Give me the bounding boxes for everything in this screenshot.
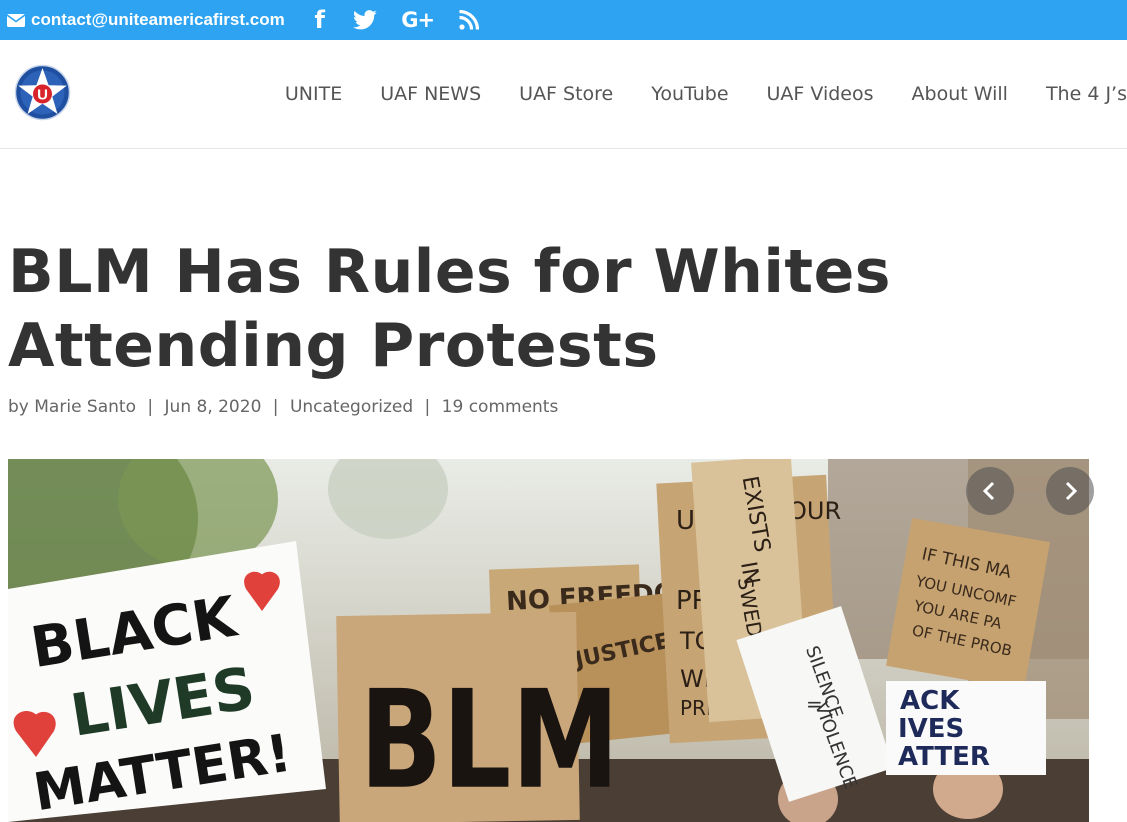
sign-ack-1: ACK (900, 686, 960, 716)
category-link[interactable]: Uncategorized (290, 397, 413, 417)
sign-priv-2: OUR (788, 497, 841, 525)
logo-letter: U (37, 87, 48, 104)
chevron-left-icon (982, 481, 995, 501)
nav-item-youtube[interactable]: YouTube (651, 83, 728, 105)
sign-ack-3: ATTER (898, 742, 990, 772)
meta-separator: | (272, 397, 279, 417)
slider-prev-button[interactable] (966, 467, 1014, 515)
article-title: BLM Has Rules for Whites Attending Prote… (8, 235, 1008, 383)
protest-photo: NO FREEDOM JUSTICE U OUR PR TO WH PRIV E… (8, 459, 1089, 822)
twitter-icon[interactable] (352, 0, 378, 40)
mail-icon (7, 13, 25, 27)
contact-email-link[interactable]: contact@uniteamericafirst.com (7, 10, 285, 30)
article-title-line-1: BLM Has Rules for Whites (8, 237, 891, 307)
social-links: f G+ (310, 0, 480, 40)
meta-separator: | (147, 397, 154, 417)
meta-separator: | (424, 397, 431, 417)
nav-item-about-will[interactable]: About Will (912, 83, 1008, 105)
nav-item-uaf-news[interactable]: UAF NEWS (380, 83, 481, 105)
nav-item-uaf-store[interactable]: UAF Store (519, 83, 613, 105)
slider-next-button[interactable] (1046, 467, 1094, 515)
sign-priv-1: U (676, 506, 695, 536)
nav-item-unite[interactable]: UNITE (285, 83, 342, 105)
top-bar: contact@uniteamericafirst.com f G+ (0, 0, 1127, 40)
contact-email-text: contact@uniteamericafirst.com (31, 10, 285, 29)
meta-by: by (8, 397, 29, 417)
post-date: Jun 8, 2020 (164, 397, 262, 417)
main-nav: UNITE UAF NEWS UAF Store YouTube UAF Vid… (285, 40, 1127, 148)
article-title-line-2: Attending Protests (8, 311, 659, 381)
nav-item-the-4-js[interactable]: The 4 J’s (1046, 83, 1127, 105)
sign-ack-2: IVES (898, 714, 964, 744)
featured-image: NO FREEDOM JUSTICE U OUR PR TO WH PRIV E… (8, 459, 1089, 822)
site-logo[interactable]: U (14, 64, 71, 121)
author-link[interactable]: Marie Santo (34, 397, 136, 417)
site-header: U UNITE UAF NEWS UAF Store YouTube UAF V… (0, 40, 1127, 149)
post-meta: by Marie Santo | Jun 8, 2020 | Uncategor… (8, 397, 558, 417)
facebook-icon[interactable]: f (310, 0, 330, 40)
comments-link[interactable]: 19 comments (442, 397, 559, 417)
rss-icon[interactable] (458, 0, 480, 40)
google-plus-icon[interactable]: G+ (400, 0, 436, 40)
sign-blm: BLM (359, 661, 619, 819)
nav-item-uaf-videos[interactable]: UAF Videos (767, 83, 874, 105)
chevron-right-icon (1065, 481, 1078, 501)
